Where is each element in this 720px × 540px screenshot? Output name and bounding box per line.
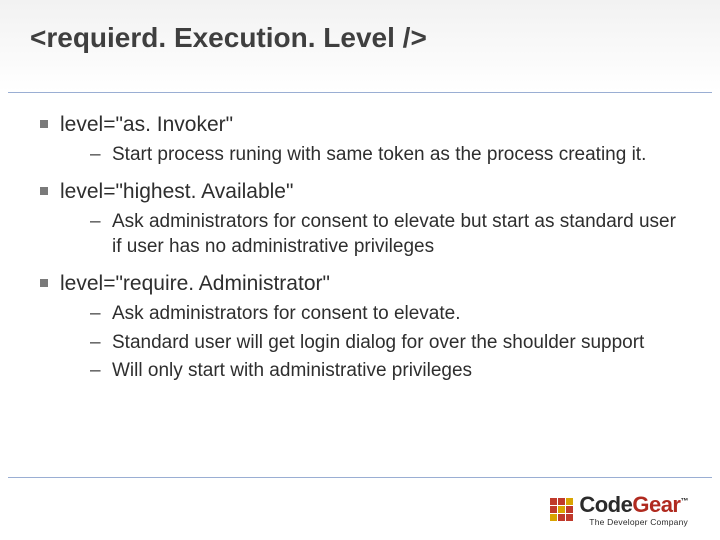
logo-tagline: The Developer Company (589, 518, 688, 527)
codegear-logo: CodeGear™ The Developer Company (550, 494, 688, 527)
logo-mark-icon (550, 498, 573, 521)
bullet-label: level="highest. Available" (60, 180, 293, 203)
bullet-list: level="as. Invoker" Start process runing… (38, 111, 682, 384)
bullet-label: level="as. Invoker" (60, 113, 233, 136)
bullet-item: level="require. Administrator" Ask admin… (38, 270, 682, 384)
slide: <requierd. Execution. Level /> level="as… (0, 0, 720, 540)
logo-word-gear: Gear (632, 492, 680, 517)
slide-title: <requierd. Execution. Level /> (30, 22, 720, 54)
sub-item: Will only start with administrative priv… (90, 359, 682, 384)
bullet-item: level="as. Invoker" Start process runing… (38, 111, 682, 168)
logo-word-code: Code (579, 492, 632, 517)
content-area: level="as. Invoker" Start process runing… (0, 93, 720, 384)
sub-item: Ask administrators for consent to elevat… (90, 210, 682, 259)
sub-list: Ask administrators for consent to elevat… (60, 302, 682, 384)
bullet-item: level="highest. Available" Ask administr… (38, 178, 682, 260)
logo-text: CodeGear™ The Developer Company (579, 494, 688, 527)
sub-item: Standard user will get login dialog for … (90, 331, 682, 356)
sub-item: Start process runing with same token as … (90, 143, 682, 168)
footer-rule (8, 477, 712, 478)
sub-list: Ask administrators for consent to elevat… (60, 210, 682, 259)
bullet-label: level="require. Administrator" (60, 272, 330, 295)
sub-list: Start process runing with same token as … (60, 143, 682, 168)
sub-item: Ask administrators for consent to elevat… (90, 302, 682, 327)
header-band: <requierd. Execution. Level /> (0, 0, 720, 92)
logo-wordmark: CodeGear™ (579, 494, 688, 516)
logo-tm: ™ (681, 496, 689, 505)
